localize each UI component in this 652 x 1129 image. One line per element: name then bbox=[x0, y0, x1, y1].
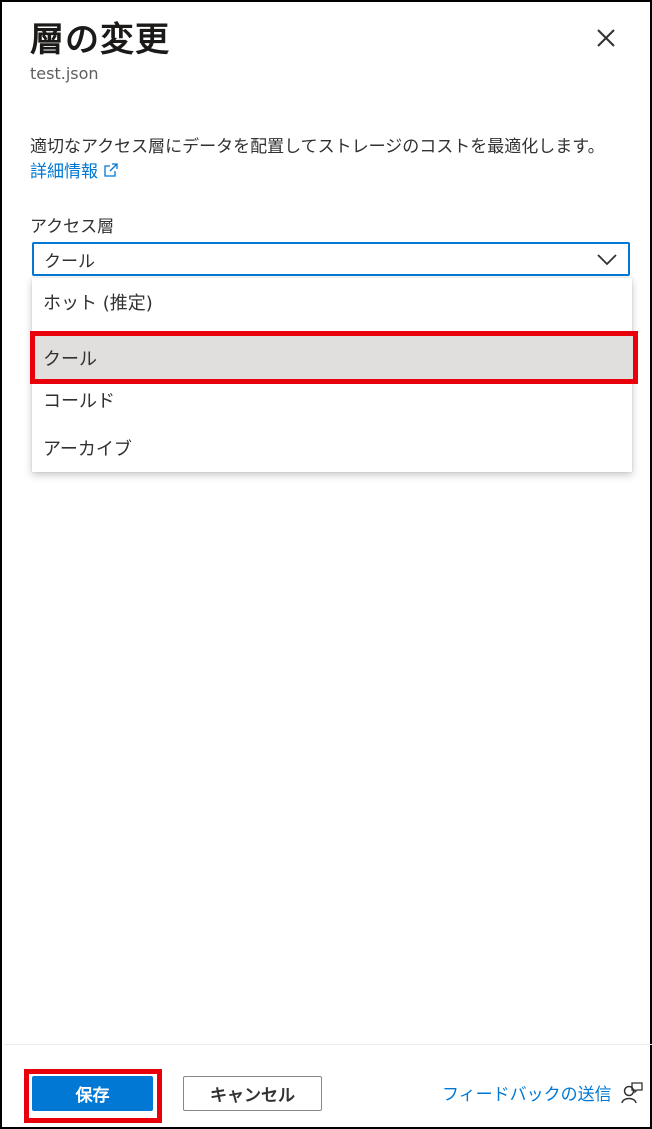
access-tier-options-list: ホット (推定) クール コールド アーカイブ bbox=[32, 278, 632, 472]
option-label: コールド bbox=[43, 391, 115, 412]
option-archive[interactable]: アーカイブ bbox=[32, 424, 632, 472]
send-feedback-link[interactable]: フィードバックの送信 bbox=[442, 1080, 644, 1105]
option-label: ホット (推定) bbox=[43, 293, 153, 314]
access-tier-dropdown[interactable]: クール bbox=[32, 242, 630, 276]
footer-divider bbox=[4, 1044, 652, 1045]
access-tier-label: アクセス層 bbox=[30, 217, 115, 237]
panel-title: 層の変更 bbox=[30, 20, 170, 60]
chevron-down-icon bbox=[597, 254, 617, 266]
change-tier-panel: 層の変更 test.json 適切なアクセス層にデータを配置してストレージのコス… bbox=[0, 0, 652, 1129]
option-cool[interactable]: クール bbox=[32, 334, 632, 382]
learn-more-link[interactable]: 詳細情報 bbox=[30, 157, 118, 182]
option-label: クール bbox=[43, 349, 97, 370]
option-cold[interactable]: コールド bbox=[32, 376, 632, 424]
external-link-icon bbox=[104, 162, 118, 177]
feedback-label: フィードバックの送信 bbox=[442, 1085, 612, 1105]
tier-description: 適切なアクセス層にデータを配置してストレージのコストを最適化します。 bbox=[30, 137, 605, 157]
option-label: アーカイブ bbox=[43, 439, 132, 460]
save-button[interactable]: 保存 bbox=[32, 1076, 153, 1111]
close-icon bbox=[597, 29, 615, 47]
cancel-button[interactable]: キャンセル bbox=[183, 1076, 322, 1111]
feedback-person-icon bbox=[620, 1081, 643, 1103]
panel-subtitle: test.json bbox=[30, 64, 99, 83]
access-tier-selected-value: クール bbox=[44, 251, 95, 272]
close-button[interactable] bbox=[592, 24, 622, 54]
learn-more-label: 詳細情報 bbox=[30, 162, 98, 182]
option-hot[interactable]: ホット (推定) bbox=[32, 278, 632, 326]
